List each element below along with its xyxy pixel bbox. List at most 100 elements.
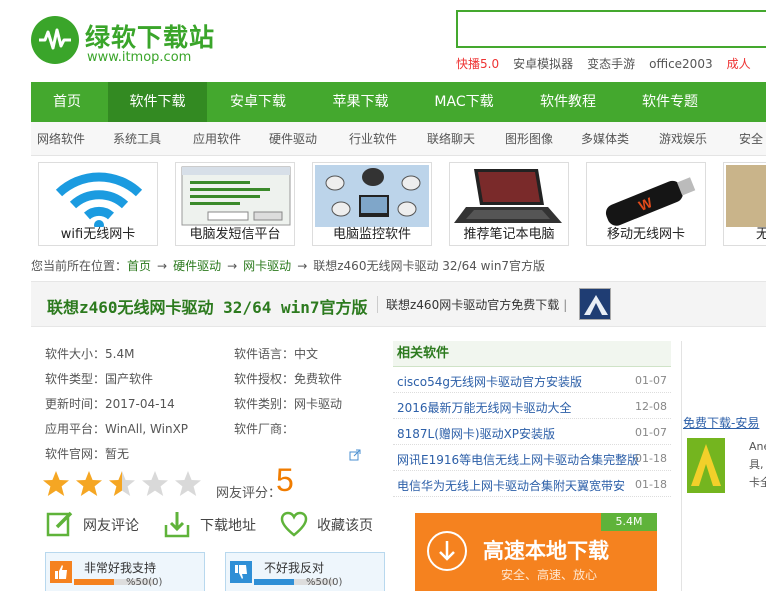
main-nav-item[interactable]: 安卓下载: [207, 82, 309, 122]
site-logo[interactable]: 绿软下载站 www.itmop.com: [31, 16, 214, 72]
logo-mark-icon: [31, 16, 79, 64]
thumb-sms-platform[interactable]: 电脑发短信平台: [175, 162, 295, 246]
thumb-caption: wifi无线网卡: [60, 227, 136, 242]
sub-nav: 网络软件 系统工具 应用软件 硬件驱动 行业软件 联络聊天 图形图像 多媒体类 游戏娱乐 安全: [31, 122, 766, 156]
thumb-caption: 无: [724, 225, 766, 245]
related-item-title[interactable]: 电信华为无线上网卡驱动合集附天翼宽带安: [397, 477, 625, 494]
related-item-date: 01-07: [635, 374, 667, 387]
related-item[interactable]: 8187L(赠网卡)驱动XP安装版 01-07: [393, 419, 671, 445]
related-item-title[interactable]: 8187L(赠网卡)驱动XP安装版: [397, 425, 555, 442]
hot-search-links: 快播5.0 安卓模拟器 变态手游 office2003 成人: [456, 55, 766, 72]
hot-search-link[interactable]: 快播5.0: [456, 57, 499, 71]
hot-search-link[interactable]: 成人: [727, 57, 751, 71]
thumb-caption: 电脑发短信平台: [189, 227, 281, 242]
heart-icon: [279, 509, 309, 539]
hot-search-link[interactable]: 变态手游: [587, 57, 635, 71]
breadcrumb-link-nic[interactable]: 网卡驱动: [243, 259, 291, 273]
side-ad[interactable]: 免费下载-安易 Ane 具, 卡全: [683, 414, 766, 504]
sub-nav-item[interactable]: 图形图像: [505, 122, 579, 156]
site-header: 绿软下载站 www.itmop.com 快播5.0 安卓模拟器 变态手游 office…: [0, 0, 766, 82]
breadcrumb-link-hardware[interactable]: 硬件驱动: [173, 259, 221, 273]
related-item[interactable]: 网讯E1916等电信无线上网卡驱动合集完整版 01-18: [393, 445, 671, 471]
related-item[interactable]: cisco54g无线网卡驱动官方安装版 01-07: [393, 367, 671, 393]
star-icon: [175, 471, 201, 496]
main-nav-item[interactable]: 软件专题: [620, 82, 720, 122]
thumb-caption: 推荐笔记本电脑: [463, 227, 555, 242]
thumb-laptop[interactable]: 推荐笔记本电脑: [449, 162, 569, 246]
breadcrumb-arrow: →: [157, 259, 168, 273]
sms-window-icon: [178, 165, 292, 227]
sub-nav-item[interactable]: 应用软件: [193, 122, 267, 156]
sub-nav-item[interactable]: 行业软件: [349, 122, 423, 156]
software-app-icon: [579, 288, 611, 320]
download-address-label: 下载地址: [200, 518, 256, 534]
vote-oppose-button[interactable]: 不好我反对 %50(0): [225, 552, 385, 591]
related-item-date: 12-08: [635, 400, 667, 413]
breadcrumb-arrow: →: [227, 259, 238, 273]
sub-nav-item[interactable]: 网络软件: [37, 122, 111, 156]
related-item-title[interactable]: 网讯E1916等电信无线上网卡驱动合集完整版: [397, 451, 639, 468]
logo-name: 绿软下载站: [85, 23, 216, 52]
related-item-title[interactable]: cisco54g无线网卡驱动官方安装版: [397, 373, 582, 390]
action-links: 网友评论 下载地址 收藏该页: [45, 507, 385, 541]
info-category: 软件类别：网卡驱动: [234, 397, 343, 411]
thumb-partial[interactable]: 无: [723, 162, 766, 246]
breadcrumb-link-home[interactable]: 首页: [127, 259, 151, 273]
vote-support-count: %50(0): [126, 577, 163, 588]
sub-nav-item[interactable]: 多媒体类: [581, 122, 655, 156]
thumbs-down-icon: [230, 561, 252, 583]
star-icon: [142, 471, 168, 496]
star-icon: [109, 471, 135, 496]
main-nav-item[interactable]: 苹果下载: [309, 82, 412, 122]
hot-search-link[interactable]: 安卓模拟器: [513, 57, 573, 71]
vote-support-fill: [74, 579, 114, 585]
main-nav-item[interactable]: 首页: [31, 82, 103, 122]
ad-app-icon: [687, 438, 725, 493]
sub-nav-item[interactable]: 游戏娱乐: [659, 122, 733, 156]
main-nav: 首页 软件下载 安卓下载 苹果下载 MAC下载 软件教程 软件专题: [31, 82, 766, 122]
sub-nav-item[interactable]: 系统工具: [113, 122, 187, 156]
rating-value: 5: [276, 462, 294, 498]
info-platform: 应用平台：WinAll, WinXP: [45, 422, 189, 436]
software-title-bar: 联想z460无线网卡驱动 32/64 win7官方版 联想z460网卡驱动官方免…: [31, 281, 766, 327]
main-nav-item[interactable]: 软件教程: [516, 82, 620, 122]
related-item[interactable]: 2016最新万能无线网卡驱动大全 12-08: [393, 393, 671, 419]
main-nav-item[interactable]: MAC下载: [412, 82, 516, 122]
info-language: 软件语言：中文: [234, 347, 319, 361]
comment-link-label: 网友评论: [83, 518, 139, 534]
feature-thumbnails: wifi无线网卡 电脑发短信平台 电脑监控软件 推荐笔记本电脑 W 移动无线网卡: [31, 162, 766, 248]
ad-title[interactable]: 免费下载-安易: [683, 414, 759, 431]
thumb-wifi-card[interactable]: wifi无线网卡: [38, 162, 158, 246]
vote-oppose-fill: [254, 579, 294, 585]
download-size-tag: 5.4M: [601, 513, 657, 531]
sub-nav-item[interactable]: 联络聊天: [427, 122, 501, 156]
vote-support-title: 非常好我支持: [84, 561, 157, 575]
star-icon: [76, 471, 102, 496]
related-item-date: 01-18: [635, 452, 667, 465]
info-vendor: 软件厂商：: [234, 422, 295, 436]
search-input[interactable]: [456, 10, 766, 48]
download-arrow-icon: [162, 509, 192, 539]
related-item[interactable]: 电信华为无线上网卡驱动合集附天翼宽带安 01-18: [393, 471, 671, 497]
thumb-caption: 电脑监控软件: [332, 227, 411, 242]
main-nav-item[interactable]: 软件下载: [108, 82, 207, 122]
high-speed-download-button[interactable]: 高速本地下载 5.4M 安全、高速、放心: [415, 513, 657, 591]
comment-edit-icon: [45, 509, 75, 539]
thumb-usb-modem[interactable]: W 移动无线网卡: [586, 162, 706, 246]
breadcrumb: 您当前所在位置：首页 → 硬件驱动 → 网卡驱动 → 联想z460无线网卡驱动 32/64 …: [31, 257, 545, 274]
ad-text: Ane 具, 卡全: [749, 438, 766, 492]
related-software-panel: 相关软件 cisco54g无线网卡驱动官方安装版 01-07 2016最新万能无线网…: [393, 341, 671, 497]
thumb-caption: 移动无线网卡: [606, 227, 685, 242]
hot-search-link[interactable]: office2003: [649, 57, 712, 71]
breadcrumb-current: 联想z460无线网卡驱动 32/64 win7官方版: [313, 259, 546, 273]
external-link-icon[interactable]: [349, 449, 361, 461]
vote-oppose-count: %50(0): [306, 577, 343, 588]
sub-nav-item[interactable]: 硬件驱动: [269, 122, 343, 156]
wifi-icon: [41, 165, 155, 230]
sub-nav-item[interactable]: 安全: [739, 122, 766, 156]
related-item-title[interactable]: 2016最新万能无线网卡驱动大全: [397, 399, 572, 416]
thumb-monitoring[interactable]: 电脑监控软件: [312, 162, 432, 246]
cctv-camera-icon: [315, 165, 429, 227]
download-button-subline: 安全、高速、放心: [501, 568, 598, 582]
vote-support-button[interactable]: 非常好我支持 %50(0): [45, 552, 205, 591]
